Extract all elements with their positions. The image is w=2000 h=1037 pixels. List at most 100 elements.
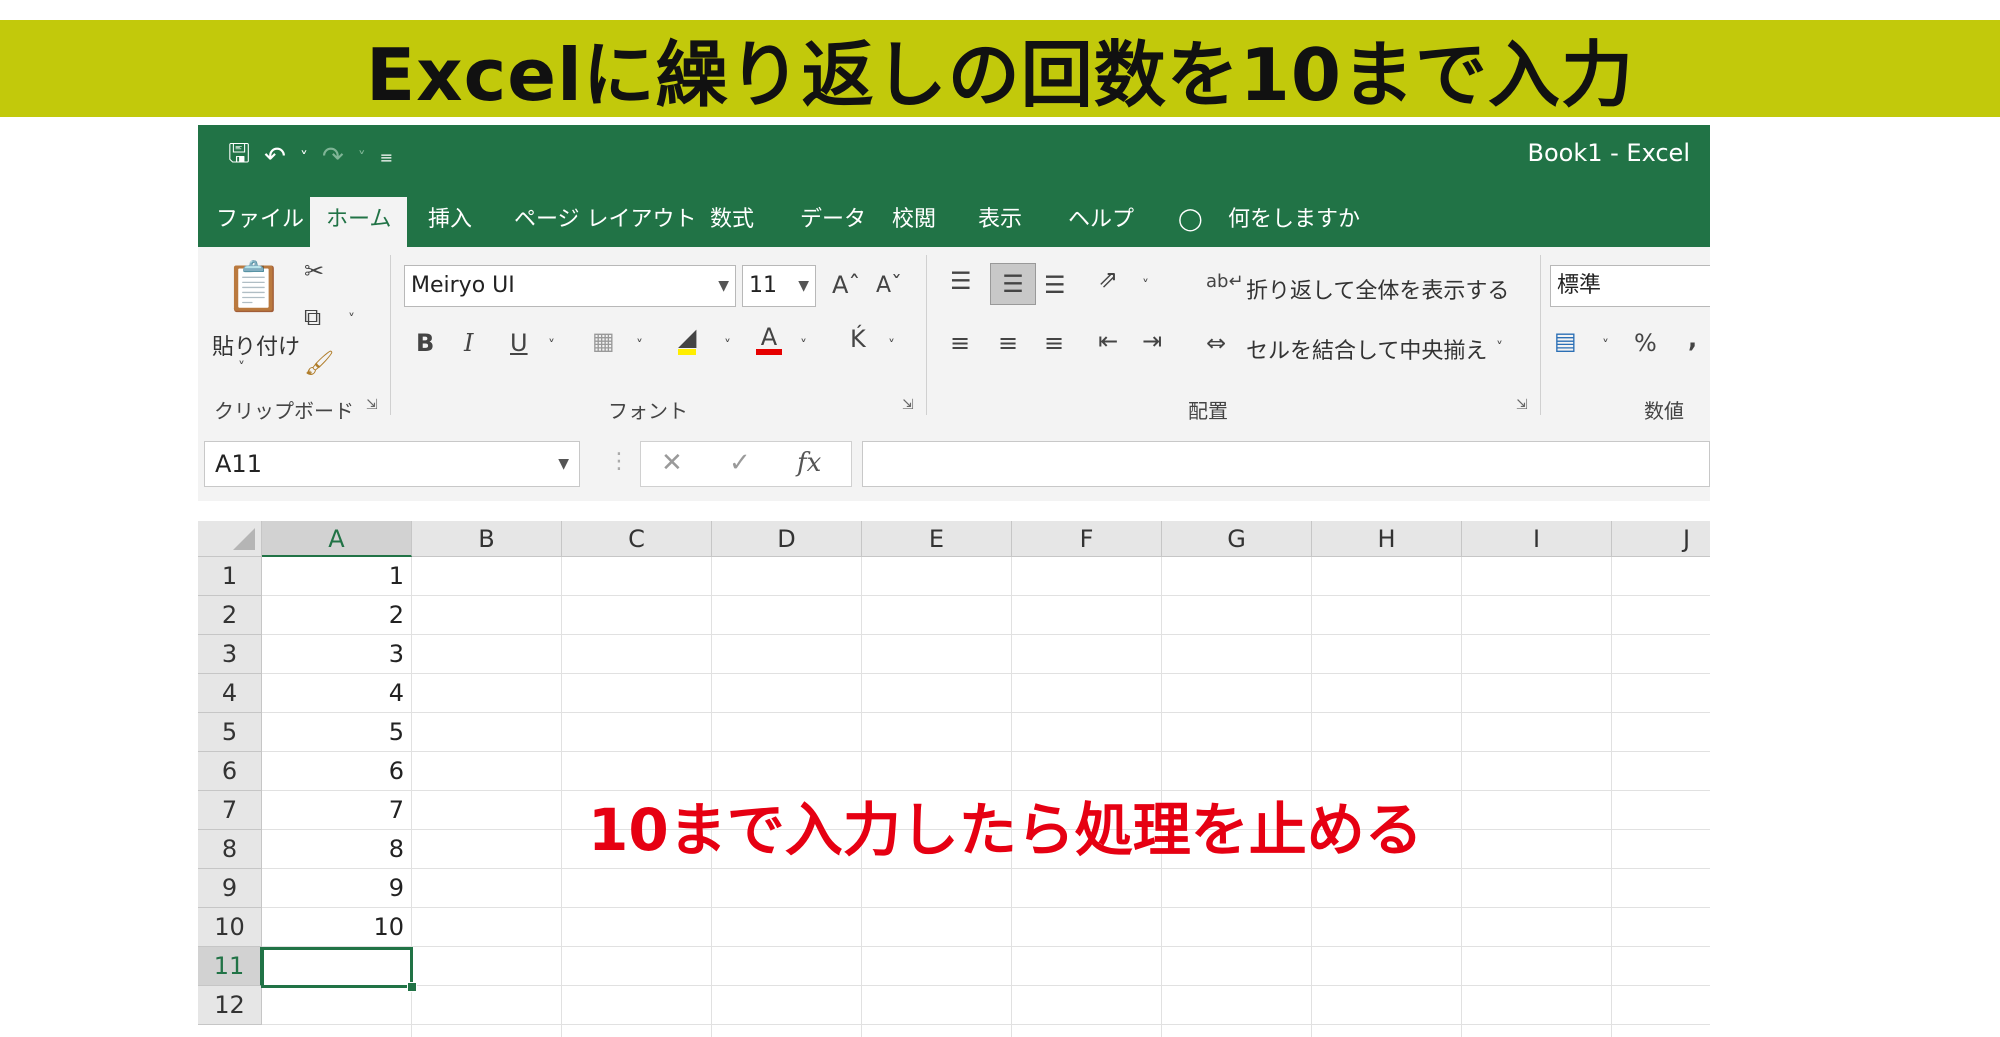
- row-header-11[interactable]: 11: [198, 947, 262, 986]
- cut-icon[interactable]: ✂: [304, 259, 324, 283]
- orientation-icon[interactable]: ⇗: [1098, 267, 1118, 291]
- undo-dropdown-icon[interactable]: ˅: [300, 148, 308, 167]
- increase-font-size-icon[interactable]: Aˆ: [832, 273, 860, 297]
- cell-a3[interactable]: 3: [262, 635, 412, 674]
- active-cell-a11[interactable]: [261, 947, 413, 988]
- row-header-1[interactable]: 1: [198, 557, 262, 596]
- font-launcher-icon[interactable]: ⇲: [902, 397, 914, 413]
- cell-a7[interactable]: 7: [262, 791, 412, 830]
- tab-page-layout[interactable]: ページ レイアウト: [498, 197, 713, 247]
- underline-dropdown-icon[interactable]: ˅: [548, 339, 555, 353]
- italic-button[interactable]: I: [464, 331, 473, 355]
- wrap-text-button[interactable]: 折り返して全体を表示する: [1246, 273, 1509, 305]
- column-header-b[interactable]: B: [412, 521, 562, 557]
- tab-review[interactable]: 校閲: [876, 197, 952, 247]
- middle-align-icon[interactable]: ☰: [990, 263, 1036, 305]
- row-header-9[interactable]: 9: [198, 869, 262, 908]
- align-right-icon[interactable]: ≡: [1044, 331, 1064, 355]
- column-header-d[interactable]: D: [712, 521, 862, 557]
- cell-a8[interactable]: 8: [262, 830, 412, 869]
- name-box[interactable]: A11 ▼: [204, 441, 580, 487]
- font-color-button[interactable]: A: [756, 325, 782, 355]
- column-header-e[interactable]: E: [862, 521, 1012, 557]
- align-left-icon[interactable]: ≡: [950, 331, 970, 355]
- column-header-h[interactable]: H: [1312, 521, 1462, 557]
- row-header-10[interactable]: 10: [198, 908, 262, 947]
- tell-me-search[interactable]: 何をしますか: [1228, 197, 1360, 247]
- underline-button[interactable]: U: [510, 331, 528, 355]
- column-header-f[interactable]: F: [1012, 521, 1162, 557]
- copy-dropdown-icon[interactable]: ˅: [348, 313, 355, 327]
- formula-bar-splitter-icon[interactable]: ⋮: [608, 449, 630, 474]
- undo-icon[interactable]: ↶: [264, 142, 286, 172]
- column-header-i[interactable]: I: [1462, 521, 1612, 557]
- tab-help[interactable]: ヘルプ: [1052, 197, 1150, 247]
- number-format-combo[interactable]: 標準: [1550, 265, 1710, 307]
- column-header-j[interactable]: J: [1612, 521, 1710, 557]
- top-align-icon[interactable]: ☰: [950, 269, 972, 293]
- cell-a5[interactable]: 5: [262, 713, 412, 752]
- cell-a1[interactable]: 1: [262, 557, 412, 596]
- column-header-g[interactable]: G: [1162, 521, 1312, 557]
- fill-color-dropdown-icon[interactable]: ˅: [724, 339, 731, 353]
- phonetic-dropdown-icon[interactable]: ˅: [888, 339, 895, 353]
- merge-dropdown-icon[interactable]: ˅: [1496, 341, 1503, 355]
- paste-button[interactable]: 貼り付け: [212, 329, 300, 361]
- borders-icon[interactable]: ▦: [592, 329, 615, 353]
- row-header-6[interactable]: 6: [198, 752, 262, 791]
- decrease-indent-icon[interactable]: ⇤: [1098, 329, 1118, 353]
- phonetic-guide-icon[interactable]: Ḱ: [850, 327, 866, 351]
- merge-center-button[interactable]: セルを結合して中央揃え: [1246, 333, 1487, 365]
- select-all-button[interactable]: [198, 521, 262, 557]
- paste-dropdown-icon[interactable]: ˅: [238, 361, 245, 375]
- percent-style-button[interactable]: %: [1634, 331, 1657, 355]
- cell-a6[interactable]: 6: [262, 752, 412, 791]
- clipboard-launcher-icon[interactable]: ⇲: [366, 397, 378, 413]
- save-icon[interactable]: 🖫: [228, 135, 250, 179]
- customize-qat-icon[interactable]: ≡: [380, 148, 393, 167]
- cell-a4[interactable]: 4: [262, 674, 412, 713]
- bottom-align-icon[interactable]: ☰: [1044, 273, 1066, 297]
- row-header-2[interactable]: 2: [198, 596, 262, 635]
- orientation-dropdown-icon[interactable]: ˅: [1142, 279, 1149, 293]
- row-header-5[interactable]: 5: [198, 713, 262, 752]
- fill-color-icon[interactable]: ◢: [678, 325, 697, 355]
- paste-icon[interactable]: 📋: [224, 263, 284, 311]
- align-center-icon[interactable]: ≡: [998, 331, 1018, 355]
- enter-icon[interactable]: ✓: [729, 448, 751, 478]
- row-header-3[interactable]: 3: [198, 635, 262, 674]
- column-header-a[interactable]: A: [262, 521, 412, 557]
- tab-formulas[interactable]: 数式: [694, 197, 770, 247]
- cell-a10[interactable]: 10: [262, 908, 412, 947]
- font-color-dropdown-icon[interactable]: ˅: [800, 339, 807, 353]
- tell-me-icon[interactable]: ◯: [1178, 197, 1203, 247]
- cell-a2[interactable]: 2: [262, 596, 412, 635]
- accounting-format-icon[interactable]: ▤: [1554, 329, 1577, 353]
- tab-insert[interactable]: 挿入: [412, 197, 488, 247]
- font-name-combo[interactable]: Meiryo UI ▼: [404, 265, 736, 307]
- tab-view[interactable]: 表示: [962, 197, 1038, 247]
- redo-dropdown-icon[interactable]: ˅: [358, 148, 366, 167]
- wrap-text-icon[interactable]: ab↵: [1206, 273, 1244, 291]
- font-size-combo[interactable]: 11 ▼: [742, 265, 816, 307]
- copy-icon[interactable]: ⧉: [304, 305, 321, 329]
- increase-indent-icon[interactable]: ⇥: [1142, 329, 1162, 353]
- column-header-c[interactable]: C: [562, 521, 712, 557]
- redo-icon[interactable]: ↷: [322, 142, 344, 172]
- fill-handle[interactable]: [407, 982, 417, 992]
- format-painter-icon[interactable]: 🖌: [304, 351, 334, 375]
- accounting-dropdown-icon[interactable]: ˅: [1602, 339, 1609, 353]
- borders-dropdown-icon[interactable]: ˅: [636, 339, 643, 353]
- tab-file[interactable]: ファイル: [200, 197, 320, 247]
- row-header-8[interactable]: 8: [198, 830, 262, 869]
- alignment-launcher-icon[interactable]: ⇲: [1516, 397, 1528, 413]
- bold-button[interactable]: B: [416, 331, 434, 355]
- cancel-icon[interactable]: ✕: [661, 448, 683, 478]
- formula-input[interactable]: [862, 441, 1710, 487]
- row-header-4[interactable]: 4: [198, 674, 262, 713]
- tab-home[interactable]: ホーム: [310, 197, 408, 247]
- merge-center-icon[interactable]: ⇔: [1206, 331, 1226, 355]
- row-header-7[interactable]: 7: [198, 791, 262, 830]
- decrease-font-size-icon[interactable]: Aˇ: [876, 275, 902, 297]
- tab-data[interactable]: データ: [784, 197, 882, 247]
